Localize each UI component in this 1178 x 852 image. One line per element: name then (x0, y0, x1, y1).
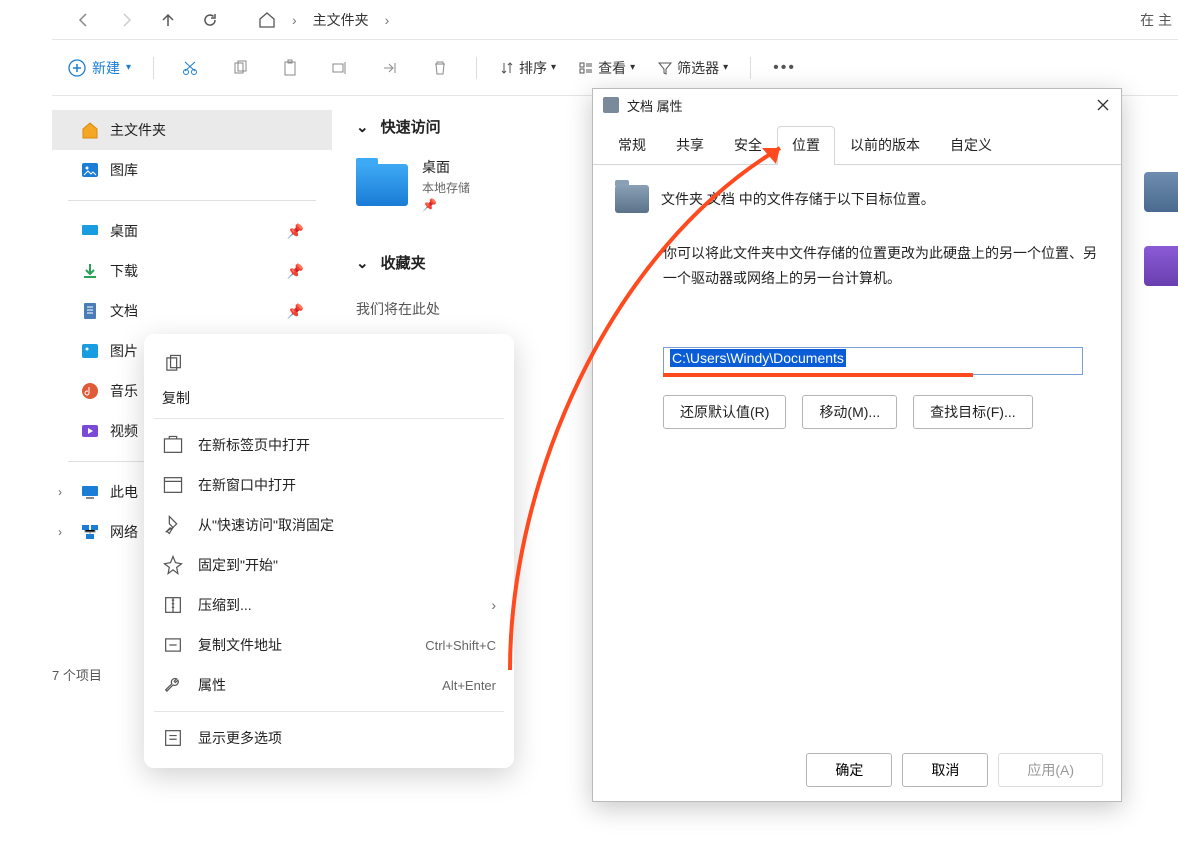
chevron-down-icon: ⌄ (356, 118, 369, 136)
documents-large-icon (1144, 172, 1178, 212)
delete-button[interactable] (426, 54, 454, 82)
ctx-open-new-window[interactable]: 在新窗口中打开 (144, 465, 514, 505)
apply-button[interactable]: 应用(A) (998, 753, 1103, 787)
ctx-copy-icon-row[interactable] (144, 344, 514, 384)
dialog-tabs: 常规 共享 安全 位置 以前的版本 自定义 (593, 125, 1121, 165)
find-target-button[interactable]: 查找目标(F)... (913, 395, 1033, 429)
cut-button[interactable] (176, 54, 204, 82)
ctx-copy-path[interactable]: 复制文件地址 Ctrl+Shift+C (144, 625, 514, 665)
pin-icon: 📌 (287, 263, 304, 280)
video-icon (80, 421, 100, 441)
pc-icon (80, 482, 100, 502)
location-description: 你可以将此文件夹中文件存储的位置更改为此硬盘上的另一个位置、另一个驱动器或网络上… (663, 241, 1099, 291)
copy-button[interactable] (226, 54, 254, 82)
document-icon (80, 301, 100, 321)
ctx-compress[interactable]: 压缩到... › (144, 585, 514, 625)
status-bar: 7 个项目 (52, 665, 102, 684)
pin-icon (162, 554, 184, 576)
tab-custom[interactable]: 自定义 (935, 126, 1007, 165)
pin-icon: 📌 (422, 198, 470, 212)
dialog-titlebar[interactable]: 文档 属性 (593, 89, 1121, 121)
peek-icons (1144, 172, 1178, 286)
breadcrumb-root[interactable]: 主文件夹 (313, 10, 369, 30)
pin-icon: 📌 (287, 223, 304, 240)
chevron-right-icon: › (385, 12, 390, 28)
ok-button[interactable]: 确定 (806, 753, 892, 787)
cancel-button[interactable]: 取消 (902, 753, 988, 787)
gallery-icon (80, 160, 100, 180)
tab-previous[interactable]: 以前的版本 (835, 126, 935, 165)
new-button[interactable]: 新建 ▾ (68, 58, 131, 78)
path-input[interactable]: C:\Users\Windy\Documents (663, 347, 1083, 375)
pin-icon: 📌 (287, 303, 304, 320)
close-button[interactable] (1091, 93, 1115, 117)
wrench-icon (162, 674, 184, 696)
network-icon (80, 522, 100, 542)
properties-dialog: 文档 属性 常规 共享 安全 位置 以前的版本 自定义 文件夹 文档 中的文件存… (592, 88, 1122, 802)
new-label: 新建 (92, 58, 120, 78)
folder-icon (356, 164, 408, 206)
ctx-unpin-quick[interactable]: 从"快速访问"取消固定 (144, 505, 514, 545)
forward-button[interactable] (112, 6, 140, 34)
share-button[interactable] (376, 54, 404, 82)
location-headline: 文件夹 文档 中的文件存储于以下目标位置。 (661, 189, 935, 209)
folder-icon (603, 97, 619, 113)
filter-button[interactable]: 筛选器 ▾ (657, 58, 728, 78)
copy-icon (162, 353, 184, 375)
path-icon (162, 634, 184, 656)
sidebar-item-desktop[interactable]: 桌面 📌 (52, 211, 332, 251)
videos-large-icon (1144, 246, 1178, 286)
move-button[interactable]: 移动(M)... (802, 395, 897, 429)
chevron-down-icon: ▾ (630, 62, 635, 73)
folder-icon (615, 185, 649, 213)
sort-button[interactable]: 排序 ▾ (499, 58, 556, 78)
sidebar-item-downloads[interactable]: 下载 📌 (52, 251, 332, 291)
tab-icon (162, 434, 184, 456)
ctx-pin-start[interactable]: 固定到"开始" (144, 545, 514, 585)
up-button[interactable] (154, 6, 182, 34)
chevron-right-icon: › (58, 525, 62, 539)
address-bar: › 主文件夹 › 在 主 (52, 0, 1178, 40)
chevron-right-icon: › (58, 485, 62, 499)
refresh-button[interactable] (196, 6, 224, 34)
chevron-down-icon: ▾ (126, 62, 131, 73)
tab-security[interactable]: 安全 (719, 126, 777, 165)
tab-share[interactable]: 共享 (661, 126, 719, 165)
chevron-down-icon: ▾ (723, 62, 728, 73)
back-button[interactable] (70, 6, 98, 34)
download-icon (80, 261, 100, 281)
chevron-down-icon: ▾ (551, 62, 556, 73)
annotation-underline-path (663, 373, 973, 377)
unpin-icon (162, 514, 184, 536)
chevron-down-icon: ⌄ (356, 254, 369, 272)
paste-button[interactable] (276, 54, 304, 82)
view-button[interactable]: 查看 ▾ (578, 58, 635, 78)
sidebar-item-documents[interactable]: 文档 📌 (52, 291, 332, 331)
picture-icon (80, 341, 100, 361)
context-menu: 复制 在新标签页中打开 在新窗口中打开 从"快速访问"取消固定 固定到"开始" … (144, 334, 514, 768)
tab-location[interactable]: 位置 (777, 126, 835, 165)
ctx-more-options[interactable]: 显示更多选项 (144, 718, 514, 758)
chevron-right-icon: › (491, 597, 496, 613)
tab-general[interactable]: 常规 (603, 126, 661, 165)
ctx-copy-label: 复制 (144, 384, 514, 412)
search-box-hint[interactable]: 在 主 (1140, 0, 1178, 40)
restore-default-button[interactable]: 还原默认值(R) (663, 395, 786, 429)
ctx-properties[interactable]: 属性 Alt+Enter (144, 665, 514, 705)
chevron-right-icon: › (292, 12, 297, 28)
home-icon (80, 120, 100, 140)
ctx-open-new-tab[interactable]: 在新标签页中打开 (144, 425, 514, 465)
sidebar-item-home[interactable]: 主文件夹 (52, 110, 332, 150)
music-icon (80, 381, 100, 401)
zip-icon (162, 594, 184, 616)
more-button[interactable]: ••• (773, 59, 796, 77)
folder-item-desktop[interactable]: 桌面 本地存储 📌 (356, 157, 556, 212)
desktop-icon (80, 221, 100, 241)
more-icon (162, 727, 184, 749)
breadcrumb[interactable]: › 主文件夹 › (258, 10, 389, 30)
sidebar-item-gallery[interactable]: 图库 (52, 150, 332, 190)
window-icon (162, 474, 184, 496)
home-icon (258, 11, 276, 29)
rename-button[interactable] (326, 54, 354, 82)
